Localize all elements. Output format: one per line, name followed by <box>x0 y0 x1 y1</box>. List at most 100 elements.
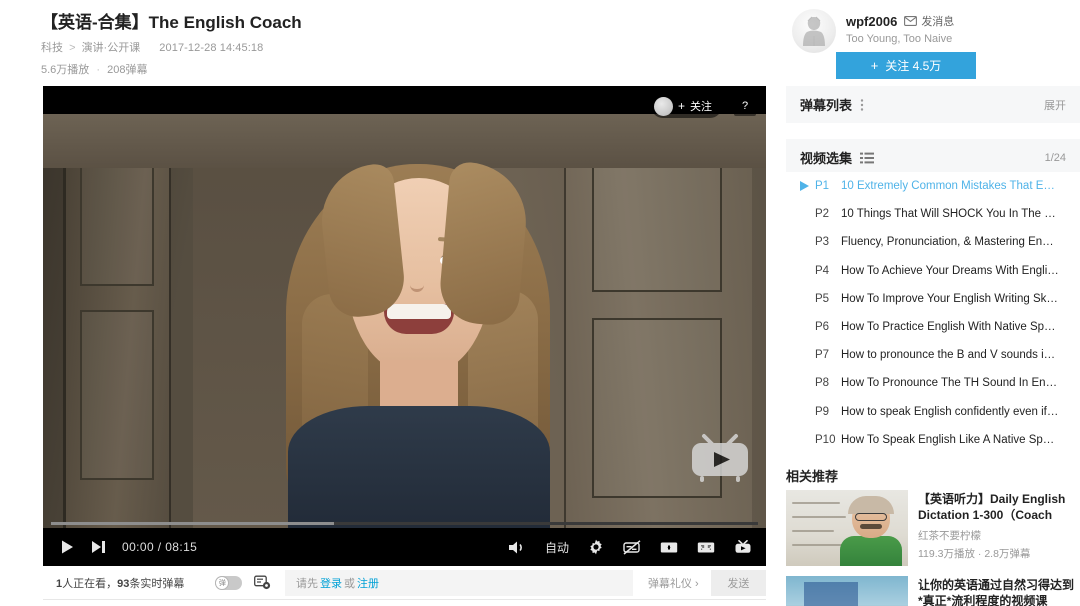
widescreen-icon[interactable] <box>660 541 678 554</box>
recommendations-title: 相关推荐 <box>786 469 839 484</box>
follow-button-label: 关注 4.5万 <box>885 59 942 73</box>
danmaku-send-bar: 1人正在看，93条实时弹幕 弹 请先 登录 或 注册 弹幕礼仪 › 发送 <box>43 566 766 600</box>
overlay-follow-button[interactable]: + 关注 <box>650 94 722 118</box>
follow-button[interactable]: + 关注 4.5万 <box>836 52 976 79</box>
video-thumbnail[interactable] <box>786 490 908 566</box>
episode-title: 10 Things That Will SHOCK You In The USA <box>841 208 1059 221</box>
stat-separator: · <box>96 64 101 76</box>
episode-number: P2 <box>815 208 830 221</box>
door-panel <box>80 310 154 480</box>
next-episode-icon[interactable] <box>91 540 106 554</box>
episode-number: P9 <box>815 405 830 418</box>
login-prompt-or: 或 <box>344 577 356 590</box>
episode-title: 10 Extremely Common Mistakes That Engli.… <box>841 180 1059 193</box>
episode-row-p4[interactable]: P4 How To Achieve Your Dreams With Englis… <box>786 257 1080 285</box>
episode-row-p1[interactable]: P1 10 Extremely Common Mistakes That Engl… <box>786 172 1080 201</box>
time-display: 00:00 / 08:15 <box>122 540 198 554</box>
danmaku-count: 208弹幕 <box>107 64 148 76</box>
avatar <box>653 96 673 116</box>
episode-row-p3[interactable]: P3 Fluency, Pronunciation, & Mastering En… <box>786 228 1080 256</box>
fullscreen-icon[interactable] <box>697 541 715 554</box>
episode-row-p10[interactable]: P10 How To Speak English Like A Native Sp… <box>786 426 1080 454</box>
danmaku-settings-icon[interactable] <box>254 575 271 590</box>
play-icon[interactable] <box>59 539 75 555</box>
room-wall-left <box>43 114 193 528</box>
episode-row-p8[interactable]: P8 How To Pronounce The TH Sound In Engli… <box>786 369 1080 397</box>
progress-track[interactable] <box>51 522 758 525</box>
play-count: 5.6万播放 <box>41 64 90 76</box>
progress-bar[interactable] <box>43 519 766 528</box>
video-thumbnail[interactable]: 流利 <box>786 576 908 606</box>
recommendation-title[interactable]: 【英语听力】Daily English Dictation 1-300（Coac… <box>918 491 1078 523</box>
episode-counter: 1/24 <box>1044 151 1066 164</box>
gear-icon[interactable] <box>588 539 604 555</box>
video-main-column: 【英语-合集】The English Coach 科技 > 演讲·公开课 201… <box>0 0 780 606</box>
tv-cast-icon[interactable] <box>734 540 752 554</box>
send-button[interactable]: 发送 <box>710 569 766 596</box>
episode-title: Fluency, Pronunciation, & Mastering Engl… <box>841 236 1059 249</box>
avatar-sketch <box>803 16 825 46</box>
uploader-name-row: wpf2006 发消息 <box>846 13 954 29</box>
danmaku-off-icon[interactable] <box>623 539 641 555</box>
episode-number: P6 <box>815 321 830 334</box>
episode-row-p5[interactable]: P5 How To Improve Your English Writing Sk… <box>786 285 1080 313</box>
video-meta-stats-row: 5.6万播放 · 208弹幕 <box>41 61 147 77</box>
player-control-bar: 00:00 / 08:15 自动 <box>43 522 766 566</box>
episode-title: How To Speak English Like A Native Speak… <box>841 433 1059 446</box>
more-options-icon[interactable] <box>860 98 864 112</box>
danmaku-list-title: 弹幕列表 <box>800 98 853 113</box>
bilibili-tv-logo-watermark <box>692 434 748 482</box>
login-prompt-prefix: 请先 <box>296 577 319 590</box>
toggle-knob: 弹 <box>215 575 230 590</box>
episode-title: How To Pronounce The TH Sound In English <box>841 377 1059 390</box>
episode-row-p9[interactable]: P9 How to speak English confidently even … <box>786 398 1080 426</box>
danmaku-etiquette-link[interactable]: 弹幕礼仪 › <box>648 575 699 591</box>
help-button[interactable]: ? <box>734 96 756 116</box>
danmaku-toggle[interactable]: 弹 <box>215 575 243 590</box>
login-link[interactable]: 登录 <box>320 575 342 591</box>
video-stage[interactable]: + 关注 ? <box>43 86 766 566</box>
quality-selector[interactable]: 自动 <box>545 539 569 556</box>
list-item[interactable]: 【英语听力】Daily English Dictation 1-300（Coac… <box>786 490 1080 566</box>
episode-row-p7[interactable]: P7 How to pronounce the B and V sounds in… <box>786 341 1080 369</box>
episode-number: P3 <box>815 236 830 249</box>
play-icon <box>800 181 811 192</box>
avatar[interactable] <box>792 9 836 53</box>
uploader-name[interactable]: wpf2006 <box>846 14 897 29</box>
nose <box>410 272 424 292</box>
video-frame <box>43 114 766 528</box>
door-panel <box>80 166 154 286</box>
breadcrumb-category[interactable]: 科技 <box>41 42 63 54</box>
recommendation-info: 让你的英语通过自然习得达到*真正*流利程度的视频课 <box>918 576 1078 606</box>
episode-row-p2[interactable]: P2 10 Things That Will SHOCK You In The U… <box>786 200 1080 228</box>
recommendation-list: 【英语听力】Daily English Dictation 1-300（Coac… <box>786 490 1080 606</box>
send-message-button[interactable]: 发消息 <box>904 13 954 29</box>
recommendation-uploader[interactable]: 红茶不要柠檬 <box>918 528 1078 543</box>
sidebar: wpf2006 发消息 Too Young, Too Naive + 关注 4.… <box>786 0 1080 606</box>
video-meta-category-row: 科技 > 演讲·公开课 2017-12-28 14:45:18 <box>41 39 263 55</box>
list-item[interactable]: 流利 让你的英语通过自然习得达到*真正*流利程度的视频课 <box>786 576 1080 606</box>
realtime-danmaku-label: 条实时弹幕 <box>129 577 185 590</box>
recommendation-title[interactable]: 让你的英语通过自然习得达到*真正*流利程度的视频课 <box>918 577 1078 606</box>
watching-status: 1人正在看，93条实时弹幕 <box>56 575 184 591</box>
episode-list[interactable]: P1 10 Extremely Common Mistakes That Engl… <box>786 172 1080 454</box>
mouth-smiling <box>384 304 454 334</box>
volume-icon[interactable] <box>508 540 526 555</box>
episodes-header: 视频选集 1/24 <box>786 139 1080 176</box>
episode-title: How to pronounce the B and V sounds in E… <box>841 349 1059 362</box>
breadcrumb-subcategory[interactable]: 演讲·公开课 <box>82 42 141 54</box>
danmaku-input[interactable]: 请先 登录 或 注册 <box>285 569 633 596</box>
register-link[interactable]: 注册 <box>357 575 379 591</box>
episodes-title: 视频选集 <box>800 151 853 166</box>
episode-title: How to speak English confidently even if… <box>841 405 1059 418</box>
teeth <box>387 304 451 319</box>
danmaku-list-header: 弹幕列表 展开 <box>786 86 1080 123</box>
list-view-icon[interactable] <box>860 152 875 164</box>
video-subject-person <box>268 144 568 528</box>
danmaku-expand-button[interactable]: 展开 <box>1044 97 1066 113</box>
player-controls-right: 自动 <box>508 528 752 566</box>
realtime-danmaku-count: 93 <box>117 577 130 590</box>
episode-number: P5 <box>815 292 830 305</box>
episode-row-p6[interactable]: P6 How To Practice English With Native Sp… <box>786 313 1080 341</box>
video-player[interactable]: + 关注 ? 00:00 / 08:15 自动 <box>43 86 766 566</box>
